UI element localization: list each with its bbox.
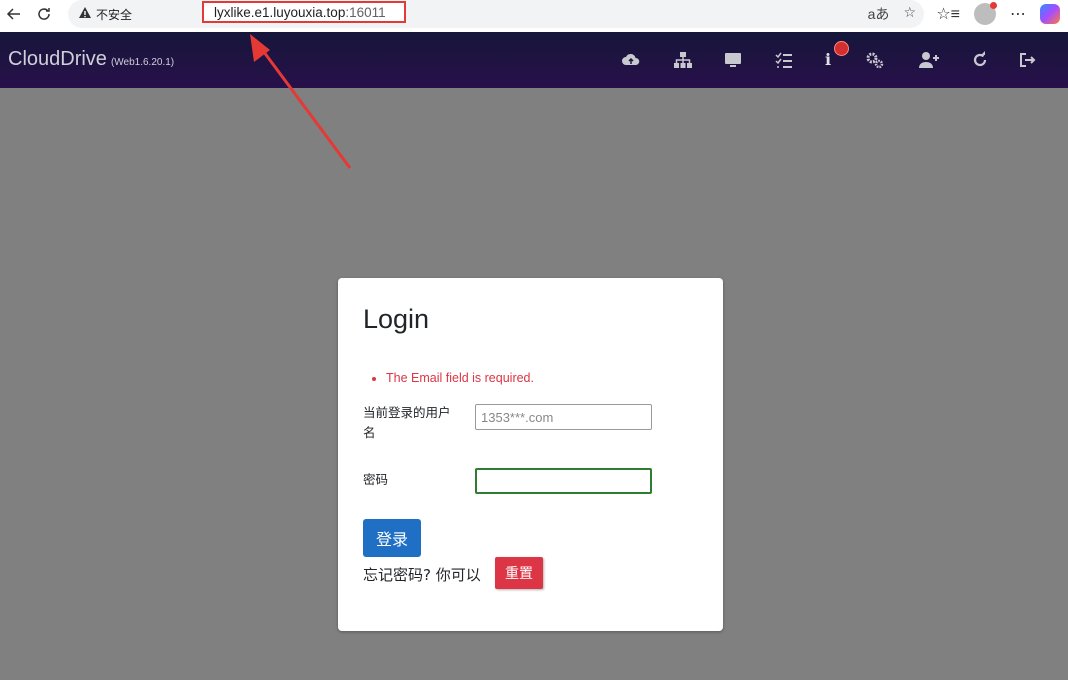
warning-icon <box>79 7 91 18</box>
desktop-icon[interactable] <box>723 50 743 70</box>
username-label: 当前登录的用户名 <box>363 406 451 440</box>
browser-toolbar: 不安全 lyxlike.e1.luyouxia.top:16011 aあ ☆ ☆… <box>0 0 1068 32</box>
reload-icon[interactable] <box>30 0 58 28</box>
read-aloud-icon[interactable]: aあ <box>868 4 890 24</box>
favorites-icon[interactable]: ☆≡ <box>936 4 960 24</box>
login-card: Login The Email field is required. 当前登录的… <box>338 278 723 631</box>
sign-out-icon[interactable] <box>1018 50 1038 70</box>
login-title: Login <box>363 304 430 334</box>
security-label[interactable]: 不安全 <box>96 6 132 23</box>
url-text[interactable]: lyxlike.e1.luyouxia.top:16011 <box>202 1 406 23</box>
favorite-star-icon[interactable]: ☆ <box>903 4 916 24</box>
tasks-icon[interactable] <box>774 50 794 70</box>
password-input[interactable] <box>475 468 652 494</box>
sitemap-icon[interactable] <box>673 50 693 70</box>
password-label: 密码 <box>363 473 389 487</box>
brand-version: (Web1.6.20.1) <box>110 57 175 68</box>
user-plus-icon[interactable] <box>918 50 940 70</box>
more-menu-icon[interactable]: ⋯ <box>1010 4 1026 24</box>
address-bar[interactable]: 不安全 lyxlike.e1.luyouxia.top:16011 aあ ☆ <box>68 0 924 28</box>
url-host: lyxlike.e1.luyouxia.top <box>214 4 346 20</box>
url-port: :16011 <box>345 4 386 20</box>
forgot-password-text: 忘记密码? 你可以 <box>363 566 481 584</box>
cogs-icon[interactable] <box>865 50 885 70</box>
refresh-icon[interactable] <box>970 50 990 70</box>
profile-avatar-icon[interactable] <box>974 2 997 25</box>
copilot-icon[interactable] <box>1040 4 1060 24</box>
cloud-upload-icon[interactable] <box>621 50 641 70</box>
brand[interactable]: CloudDrive (Web1.6.20.1) <box>8 48 174 71</box>
notification-badge <box>834 41 849 56</box>
username-input[interactable] <box>475 404 652 430</box>
back-icon[interactable] <box>0 0 28 28</box>
error-message: The Email field is required. <box>386 371 534 385</box>
app-header: CloudDrive (Web1.6.20.1) i <box>0 32 1068 88</box>
validation-errors: The Email field is required. <box>386 371 534 385</box>
brand-name: CloudDrive <box>8 48 107 70</box>
login-button[interactable]: 登录 <box>363 519 421 557</box>
reset-button[interactable]: 重置 <box>495 557 543 589</box>
